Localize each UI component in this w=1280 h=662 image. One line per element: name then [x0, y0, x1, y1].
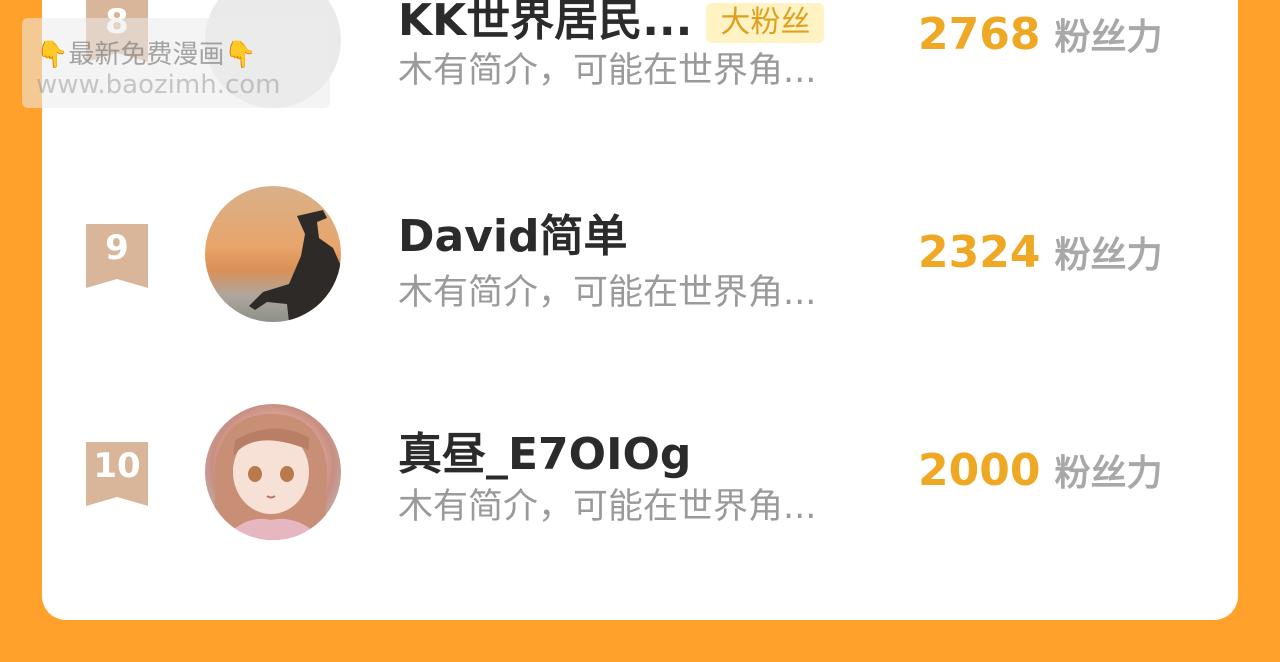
user-name[interactable]: KK世界居民... 大粉丝 — [398, 0, 825, 48]
user-bio: 木有简介，可能在世界角... — [398, 273, 817, 313]
user-bio: 木有简介，可能在世界角... — [398, 487, 817, 527]
fan-power: 2000 粉丝力 — [918, 444, 1162, 496]
ranking-row[interactable]: 10 真昼_E7OIOg 木有简介，可能在世界角... 2000 粉丝力 — [42, 398, 1238, 540]
fan-power-unit: 粉丝力 — [1054, 453, 1163, 494]
fan-power-value: 2768 — [918, 9, 1041, 60]
pointing-down-icon: 👇 — [224, 40, 257, 70]
watermark-title: 👇最新免费漫画👇 — [36, 34, 257, 71]
avatar[interactable] — [205, 186, 341, 322]
fan-power-unit: 粉丝力 — [1054, 235, 1163, 276]
user-bio: 木有简介，可能在世界角... — [398, 51, 817, 91]
user-name-text: KK世界居民... — [398, 0, 693, 46]
rank-number: 9 — [105, 228, 129, 268]
rank-badge: 9 — [86, 224, 148, 288]
user-name[interactable]: 真昼_E7OIOg — [398, 418, 691, 482]
pointing-down-icon: 👇 — [36, 40, 69, 70]
watermark-url: www.baozimh.com — [36, 70, 281, 100]
watermark-text: 最新免费漫画 — [68, 40, 225, 70]
fan-power-unit: 粉丝力 — [1054, 17, 1163, 58]
silhouette-figure — [249, 210, 341, 322]
watermark: 👇最新免费漫画👇 www.baozimh.com — [22, 18, 330, 108]
fan-power-value: 2324 — [918, 227, 1041, 278]
rank-badge: 10 — [86, 442, 148, 506]
ranking-row[interactable]: 9 David简单 木有简介，可能在世界角... 2324 粉丝力 — [42, 180, 1238, 322]
fan-level-badge: 大粉丝 — [706, 3, 825, 43]
anime-girl-face — [215, 413, 327, 540]
user-name[interactable]: David简单 — [398, 200, 627, 264]
avatar[interactable] — [205, 404, 341, 540]
rank-number: 10 — [93, 446, 141, 486]
fan-power: 2768 粉丝力 — [918, 8, 1162, 60]
fan-power-value: 2000 — [918, 445, 1041, 496]
fan-power: 2324 粉丝力 — [918, 226, 1162, 278]
